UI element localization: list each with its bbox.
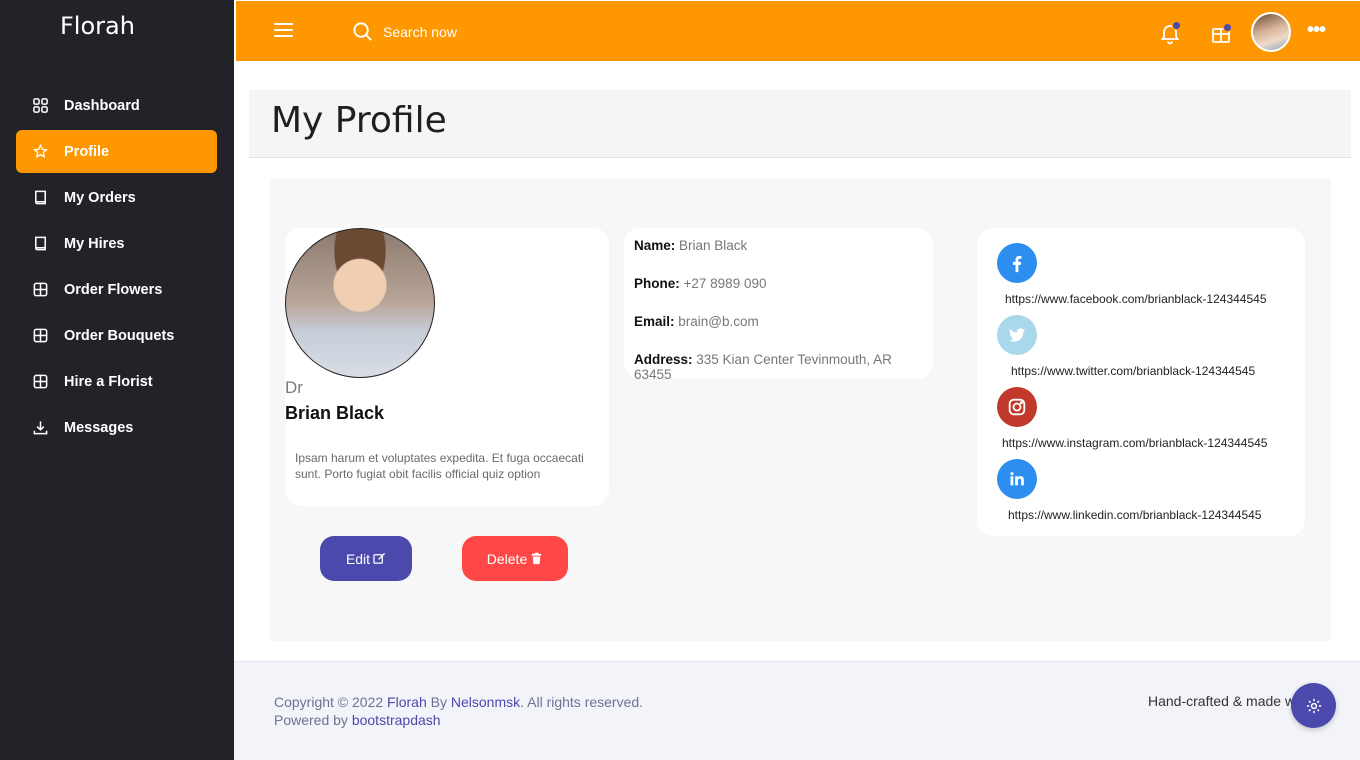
page-header: My Profile	[249, 90, 1351, 158]
topbar: Search now •••	[236, 1, 1360, 61]
sidebar-item-profile[interactable]: Profile	[16, 130, 217, 173]
gift-icon[interactable]	[1209, 21, 1233, 45]
footer: Copyright © 2022 Florah By Nelsonmsk. Al…	[234, 661, 1360, 760]
sidebar-item-label: Profile	[64, 143, 110, 160]
star-icon	[31, 143, 49, 161]
user-avatar[interactable]	[1251, 12, 1291, 52]
twitter-icon[interactable]	[997, 315, 1037, 355]
twitter-link[interactable]: https://www.twitter.com/brianblack-12434…	[1011, 364, 1255, 378]
sidebar-item-order-bouquets[interactable]: Order Bouquets	[16, 314, 217, 357]
search-placeholder: Search now	[383, 23, 457, 40]
copyright-text: Copyright © 2022 Florah By Nelsonmsk. Al…	[274, 694, 644, 728]
footer-author-link[interactable]: Nelsonmsk	[451, 694, 520, 710]
grid-square-icon	[31, 327, 49, 345]
page-title: My Profile	[271, 100, 447, 141]
menu-toggle-icon[interactable]	[274, 23, 293, 39]
facebook-icon[interactable]	[997, 243, 1037, 283]
book-icon	[31, 189, 49, 207]
handcrafted-text: Hand-crafted & made wi	[1148, 693, 1299, 709]
brand-logo[interactable]: Florah	[60, 12, 135, 40]
trash-icon	[532, 552, 542, 565]
linkedin-icon[interactable]	[997, 459, 1037, 499]
sidebar-item-label: Hire a Florist	[64, 373, 153, 390]
profile-name: Brian Black	[285, 403, 385, 423]
search-icon	[353, 22, 372, 41]
sidebar-item-my-orders[interactable]: My Orders	[16, 176, 217, 219]
info-email: Email: brain@b.com	[634, 314, 759, 329]
search-input[interactable]: Search now	[352, 21, 457, 42]
profile-panel: Dr Brian Black Ipsam harum et voluptates…	[270, 178, 1331, 641]
social-links-card: https://www.facebook.com/brianblack-1243…	[977, 228, 1305, 536]
book-icon	[31, 235, 49, 253]
instagram-icon[interactable]	[997, 387, 1037, 427]
grid-square-icon	[31, 373, 49, 391]
edit-button-label: Edit	[345, 550, 371, 567]
profile-bio: Ipsam harum et voluptates expedita. Et f…	[295, 451, 584, 481]
download-icon	[31, 419, 49, 437]
contact-info-card: Name: Brian Black Phone: +27 8989 090 Em…	[624, 228, 933, 382]
sidebar-item-label: Order Flowers	[64, 281, 163, 298]
sidebar-item-label: My Orders	[64, 189, 136, 206]
profile-prefix: Dr	[285, 378, 303, 397]
notification-dot	[1172, 21, 1181, 30]
gear-icon	[1306, 698, 1321, 713]
linkedin-link[interactable]: https://www.linkedin.com/brianblack-1243…	[1008, 508, 1261, 522]
sidebar-item-messages[interactable]: Messages	[16, 406, 217, 449]
bell-icon[interactable]	[1158, 21, 1182, 45]
delete-button-label: Delete	[486, 550, 528, 567]
instagram-link[interactable]: https://www.instagram.com/brianblack-124…	[1002, 436, 1267, 450]
sidebar-item-label: Order Bouquets	[64, 327, 175, 344]
grid-icon	[31, 97, 49, 115]
grid-square-icon	[31, 281, 49, 299]
settings-fab[interactable]	[1291, 683, 1336, 728]
edit-icon	[373, 552, 386, 564]
sidebar-item-label: Messages	[64, 419, 134, 436]
sidebar-item-label: Dashboard	[64, 97, 140, 114]
delete-button[interactable]: Delete	[462, 536, 568, 581]
profile-card: Dr Brian Black Ipsam harum et voluptates…	[285, 228, 609, 506]
info-name: Name: Brian Black	[634, 238, 748, 253]
sidebar: Florah Dashboard Profile My Orders My Hi…	[0, 0, 234, 760]
sidebar-item-dashboard[interactable]: Dashboard	[16, 84, 217, 127]
more-options-icon[interactable]: •••	[1307, 19, 1326, 42]
facebook-link[interactable]: https://www.facebook.com/brianblack-1243…	[1005, 292, 1267, 306]
sidebar-item-label: My Hires	[64, 235, 125, 252]
edit-button[interactable]: Edit	[320, 536, 412, 581]
sidebar-item-order-flowers[interactable]: Order Flowers	[16, 268, 217, 311]
footer-brand-link[interactable]: Florah	[387, 694, 427, 710]
info-address: Address: 335 Kian Center Tevinmouth, AR …	[634, 352, 892, 382]
sidebar-item-my-hires[interactable]: My Hires	[16, 222, 217, 265]
bootstrapdash-link[interactable]: bootstrapdash	[352, 712, 441, 728]
sidebar-nav: Dashboard Profile My Orders My Hires Ord…	[16, 84, 217, 452]
info-phone: Phone: +27 8989 090	[634, 276, 767, 291]
profile-photo	[285, 228, 435, 378]
sidebar-item-hire-a-florist[interactable]: Hire a Florist	[16, 360, 217, 403]
notification-dot	[1223, 23, 1232, 32]
